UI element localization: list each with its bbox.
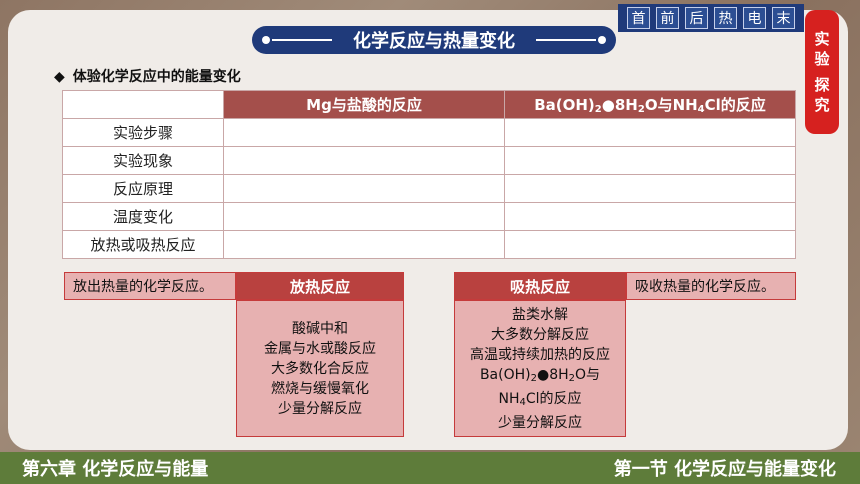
endo-examples: 盐类水解 大多数分解反应 高温或持续加热的反应 Ba(OH)2●8H2O与 NH…: [454, 300, 626, 437]
nav-last-button[interactable]: 末: [772, 7, 795, 29]
list-item: 燃烧与缓慢氧化: [271, 380, 369, 397]
exo-title: 放热反应: [236, 272, 404, 300]
row-label: 实验步骤: [62, 118, 224, 147]
exo-examples: 酸碱中和 金属与水或酸反应 大多数化合反应 燃烧与缓慢氧化 少量分解反应: [236, 300, 404, 437]
table-cell: [504, 118, 796, 147]
section-tab-char: 探: [814, 76, 830, 94]
section-tab-char: 验: [814, 50, 830, 68]
diamond-bullet-icon: ◆: [54, 69, 65, 85]
list-item: 盐类水解: [512, 306, 568, 323]
banner-arrow-icon: [536, 39, 596, 41]
table-corner-cell: [62, 90, 224, 119]
exo-definition: 放出热量的化学反应。: [64, 272, 236, 300]
section-heading: ◆ 体验化学反应中的能量变化: [54, 66, 241, 86]
nav-prev-button[interactable]: 前: [656, 7, 679, 29]
page-title: 化学反应与热量变化: [353, 31, 515, 52]
nav-first-button[interactable]: 首: [627, 7, 650, 29]
table-row: 实验现象: [62, 146, 796, 175]
list-item: 大多数化合反应: [271, 360, 369, 377]
table-cell: [504, 146, 796, 175]
nav-heat-button[interactable]: 热: [714, 7, 737, 29]
row-label: 放热或吸热反应: [62, 230, 224, 259]
section-tab-char: 究: [814, 96, 830, 114]
table-cell: [504, 202, 796, 231]
nav-bar: 首 前 后 热 电 末: [618, 4, 804, 32]
banner-dot-icon: [262, 36, 270, 44]
nav-next-button[interactable]: 后: [685, 7, 708, 29]
slide: 化学反应与热量变化 首 前 后 热 电 末 实 验 探 究 ◆ 体验化学反应中的能…: [0, 0, 860, 484]
section-label: 第一节 化学反应与能量变化: [613, 459, 836, 480]
endo-definition: 吸收热量的化学反应。: [626, 272, 796, 300]
table-cell: [504, 230, 796, 259]
table-row: 反应原理: [62, 174, 796, 203]
table-header-row: Mg与盐酸的反应 Ba(OH)2●8H2O与NH4Cl的反应: [62, 90, 796, 119]
table-cell: [504, 174, 796, 203]
banner-arrow-icon: [272, 39, 332, 41]
list-item: 金属与水或酸反应: [264, 340, 376, 357]
row-label: 反应原理: [62, 174, 224, 203]
table-row: 放热或吸热反应: [62, 230, 796, 259]
nav-electric-button[interactable]: 电: [743, 7, 766, 29]
title-banner: 化学反应与热量变化: [252, 26, 616, 54]
list-item: 酸碱中和: [292, 320, 348, 337]
list-item: 少量分解反应: [498, 414, 582, 431]
table-cell: [223, 230, 505, 259]
section-heading-text: 体验化学反应中的能量变化: [72, 69, 241, 85]
table-cell: [223, 146, 505, 175]
table-header-mg: Mg与盐酸的反应: [223, 90, 505, 119]
list-item: 大多数分解反应: [491, 326, 589, 343]
footer-bar: 第六章 化学反应与能量 第一节 化学反应与能量变化: [0, 452, 860, 484]
endo-title: 吸热反应: [454, 272, 626, 300]
table-row: 温度变化: [62, 202, 796, 231]
table-header-ba: Ba(OH)2●8H2O与NH4Cl的反应: [504, 90, 796, 119]
section-tab: 实 验 探 究: [805, 10, 839, 134]
list-item: 少量分解反应: [278, 400, 362, 417]
list-item: 高温或持续加热的反应: [470, 346, 610, 363]
table-cell: [223, 202, 505, 231]
row-label: 温度变化: [62, 202, 224, 231]
row-label: 实验现象: [62, 146, 224, 175]
table-cell: [223, 174, 505, 203]
list-item: NH4Cl的反应: [498, 390, 582, 408]
section-tab-char: 实: [814, 30, 830, 48]
table-cell: [223, 118, 505, 147]
table-row: 实验步骤: [62, 118, 796, 147]
banner-dot-icon: [598, 36, 606, 44]
experiment-table: Mg与盐酸的反应 Ba(OH)2●8H2O与NH4Cl的反应 实验步骤 实验现象…: [62, 90, 796, 259]
list-item: Ba(OH)2●8H2O与: [479, 366, 601, 384]
chapter-label: 第六章 化学反应与能量: [22, 459, 209, 480]
